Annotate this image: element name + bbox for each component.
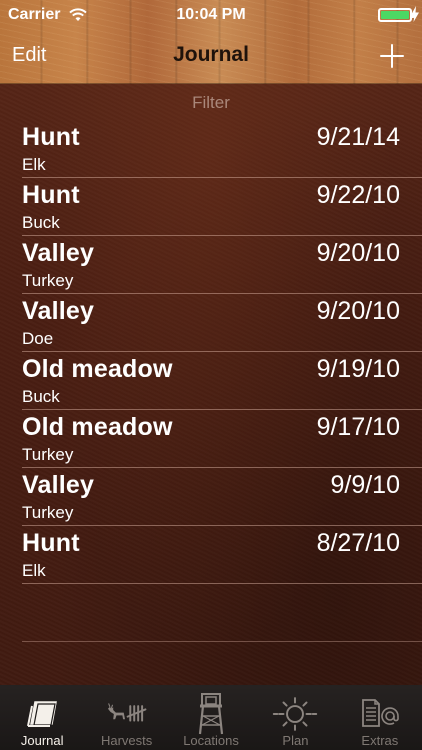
entry-subtitle: Elk <box>22 561 46 580</box>
battery-level <box>381 11 409 19</box>
entry-title: Hunt <box>22 529 80 557</box>
harvest-tally-icon <box>104 692 150 736</box>
entry-date: 9/9/10 <box>330 471 400 499</box>
entry-subtitle: Buck <box>22 387 60 406</box>
filter-button[interactable]: Filter <box>0 93 422 113</box>
entry-subtitle: Turkey <box>22 445 74 464</box>
journal-list: Hunt Elk 9/21/14 Hunt Buck 9/22/10 Valle… <box>0 120 422 642</box>
journal-entry-row[interactable]: Hunt Buck 9/22/10 <box>0 178 422 236</box>
status-time: 10:04 PM <box>176 6 246 23</box>
tab-journal[interactable]: Journal <box>0 686 84 750</box>
entry-subtitle: Elk <box>22 155 46 174</box>
page-title: Journal <box>173 43 249 66</box>
journal-entry-row[interactable]: Valley Turkey 9/20/10 <box>0 236 422 294</box>
journal-entry-row[interactable]: Valley Doe 9/20/10 <box>0 294 422 352</box>
status-bar: Carrier 10:04 PM <box>0 0 422 30</box>
journal-entry-row[interactable]: Old meadow Buck 9/19/10 <box>0 352 422 410</box>
entry-date: 9/20/10 <box>316 239 400 267</box>
journal-entry-row[interactable]: Hunt Elk 8/27/10 <box>0 526 422 584</box>
tab-label: Plan <box>282 733 309 748</box>
plus-icon[interactable] <box>378 42 406 70</box>
entry-subtitle: Doe <box>22 329 54 348</box>
entry-subtitle: Turkey <box>22 503 74 522</box>
entry-title: Old meadow <box>22 355 173 383</box>
entry-title: Old meadow <box>22 413 173 441</box>
charging-bolt-icon <box>411 6 419 22</box>
tab-label: Harvests <box>100 733 153 748</box>
entry-date: 9/17/10 <box>316 413 400 441</box>
entry-subtitle: Turkey <box>22 271 74 290</box>
journal-icon <box>19 692 65 736</box>
tab-plan[interactable]: Plan <box>253 686 337 750</box>
entry-date: 9/21/14 <box>316 123 400 151</box>
tab-label: Journal <box>20 733 64 748</box>
tab-label: Extras <box>361 733 399 748</box>
entry-date: 8/27/10 <box>316 529 400 557</box>
tab-harvests[interactable]: Harvests <box>84 686 168 750</box>
empty-row <box>0 584 422 642</box>
entry-date: 9/22/10 <box>316 181 400 209</box>
entry-date: 9/20/10 <box>316 297 400 325</box>
journal-entry-row[interactable]: Hunt Elk 9/21/14 <box>0 120 422 178</box>
journal-entry-row[interactable]: Old meadow Turkey 9/17/10 <box>0 410 422 468</box>
entry-title: Valley <box>22 471 95 499</box>
app-screen: Carrier 10:04 PM Edit Journal Filter Hun… <box>0 0 422 750</box>
tab-extras[interactable]: Extras <box>338 686 422 750</box>
entry-title: Hunt <box>22 123 80 151</box>
tab-locations[interactable]: Locations <box>169 686 253 750</box>
entry-subtitle: Buck <box>22 213 60 232</box>
entry-date: 9/19/10 <box>316 355 400 383</box>
journal-entry-row[interactable]: Valley Turkey 9/9/10 <box>0 468 422 526</box>
tab-bar: Journal Harvests Locations Plan Extras <box>0 685 422 750</box>
entry-title: Valley <box>22 239 95 267</box>
nav-bar: Edit Journal <box>0 30 422 84</box>
battery-icon <box>378 8 415 22</box>
tab-label: Locations <box>183 733 239 748</box>
entry-title: Hunt <box>22 181 80 209</box>
extras-icon <box>357 692 403 736</box>
entry-title: Valley <box>22 297 95 325</box>
sun-icon <box>272 692 318 736</box>
tree-stand-icon <box>188 692 234 736</box>
